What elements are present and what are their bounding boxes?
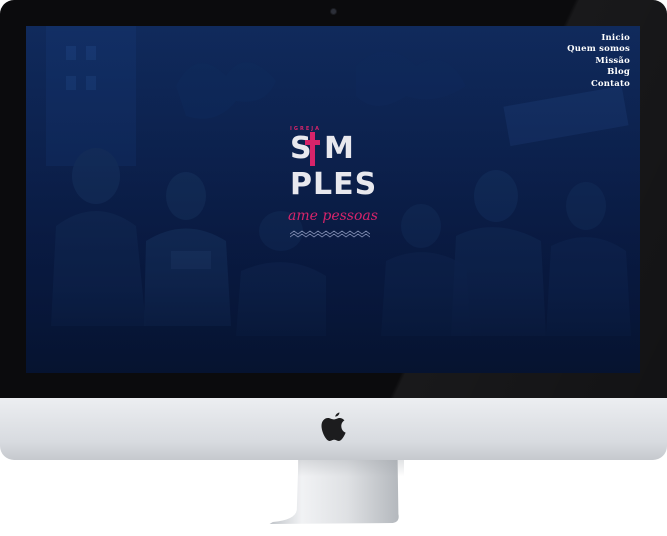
nav-item-missao[interactable]: Missão xyxy=(567,56,630,67)
camera-icon xyxy=(331,9,336,14)
nav-item-quem-somos[interactable]: Quem somos xyxy=(567,44,630,55)
imac-stand xyxy=(269,460,404,526)
imac-bezel: Inicio Quem somos Missão Blog Contato IG… xyxy=(0,0,667,398)
nav-item-blog[interactable]: Blog xyxy=(567,67,630,78)
cross-icon xyxy=(305,132,320,166)
logo-line-2: PLES xyxy=(290,167,378,202)
logo-tagline: ame pessoas xyxy=(288,208,378,224)
logo-line-1: S M xyxy=(290,131,355,166)
site-logo[interactable]: IGREJA S M PLES ame pessoas xyxy=(288,126,378,246)
main-nav: Inicio Quem somos Missão Blog Contato xyxy=(567,33,630,90)
website-screen: Inicio Quem somos Missão Blog Contato IG… xyxy=(26,26,640,373)
nav-item-contato[interactable]: Contato xyxy=(567,79,630,90)
zigzag-divider xyxy=(290,230,370,238)
apple-logo-icon xyxy=(321,412,346,441)
nav-item-inicio[interactable]: Inicio xyxy=(567,33,630,44)
